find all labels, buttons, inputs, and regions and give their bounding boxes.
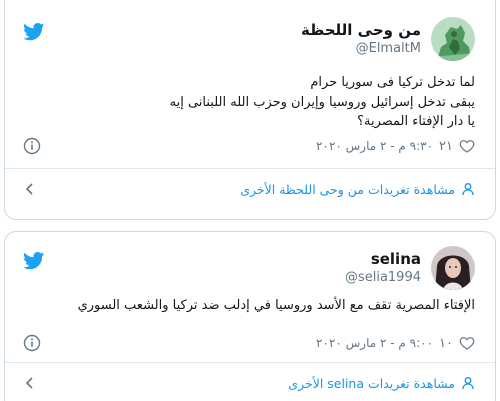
info-icon[interactable]: [23, 137, 41, 155]
twitter-bird-icon[interactable]: [23, 252, 45, 270]
heart-icon[interactable]: [459, 335, 475, 351]
tweet-card: selina @selia1994 الإفتاء المصرية تقف مع…: [4, 231, 496, 401]
avatar[interactable]: [431, 17, 475, 61]
more-tweets-link[interactable]: مشاهدة تغريدات selina الأخرى: [288, 376, 475, 391]
chevron-left-icon[interactable]: [23, 376, 37, 390]
like-count[interactable]: ١٠: [439, 336, 453, 351]
author-handle[interactable]: @ElmaltM: [301, 40, 421, 58]
more-tweets-link[interactable]: مشاهدة تغريدات من وحى اللحظة الأخرى: [240, 182, 475, 197]
engagement: ١٠ ٩:٠٠ م - ٢ مارس ٢٠٢٠: [316, 335, 475, 351]
timestamp[interactable]: ٩:٣٠ م - ٢ مارس ٢٠٢٠: [316, 139, 433, 153]
author-display-name[interactable]: selina: [345, 250, 421, 269]
engagement: ٢١ ٩:٣٠ م - ٢ مارس ٢٠٢٠: [316, 138, 475, 154]
tweet-line: لما تدخل تركيا فى سوريا حرام: [310, 75, 475, 90]
tweet-header: selina @selia1994: [5, 232, 495, 298]
chevron-left-icon[interactable]: [23, 182, 37, 196]
tweet-line: الإفتاء المصرية تقف مع الأسد وروسيا في إ…: [77, 298, 475, 313]
tweet-line: يبقى تدخل إسرائيل وروسيا وإيران وحزب الل…: [169, 94, 475, 110]
tweet-text: الإفتاء المصرية تقف مع الأسد وروسيا في إ…: [23, 296, 475, 316]
tweet-text: لما تدخل تركيا فى سوريا حرام يبقى تدخل إ…: [23, 73, 475, 132]
tweet-line: يا دار الإفتاء المصرية؟: [357, 114, 475, 129]
more-tweets-row[interactable]: مشاهدة تغريدات من وحى اللحظة الأخرى: [5, 169, 495, 209]
tweet-meta: ٢١ ٩:٣٠ م - ٢ مارس ٢٠٢٠: [23, 135, 475, 157]
more-tweets-label[interactable]: مشاهدة تغريدات من وحى اللحظة الأخرى: [240, 182, 455, 197]
more-tweets-row[interactable]: مشاهدة تغريدات selina الأخرى: [5, 363, 495, 401]
like-count[interactable]: ٢١: [439, 139, 453, 154]
tweet-card: من وحى اللحظة @ElmaltM لما تدخل تركيا فى…: [4, 0, 496, 220]
person-icon: [462, 183, 474, 196]
person-icon: [462, 377, 474, 390]
author-display-name[interactable]: من وحى اللحظة: [301, 21, 421, 40]
author-block[interactable]: selina @selia1994: [345, 250, 421, 287]
timestamp[interactable]: ٩:٠٠ م - ٢ مارس ٢٠٢٠: [316, 336, 433, 350]
author-handle[interactable]: @selia1994: [345, 269, 421, 287]
more-tweets-label[interactable]: مشاهدة تغريدات selina الأخرى: [288, 376, 455, 391]
tweet-header: من وحى اللحظة @ElmaltM: [5, 0, 495, 61]
tweet-meta: ١٠ ٩:٠٠ م - ٢ مارس ٢٠٢٠: [23, 332, 475, 354]
avatar[interactable]: [431, 246, 475, 290]
heart-icon[interactable]: [459, 138, 475, 154]
author-block[interactable]: من وحى اللحظة @ElmaltM: [301, 21, 421, 58]
info-icon[interactable]: [23, 334, 41, 352]
twitter-bird-icon[interactable]: [23, 23, 45, 41]
